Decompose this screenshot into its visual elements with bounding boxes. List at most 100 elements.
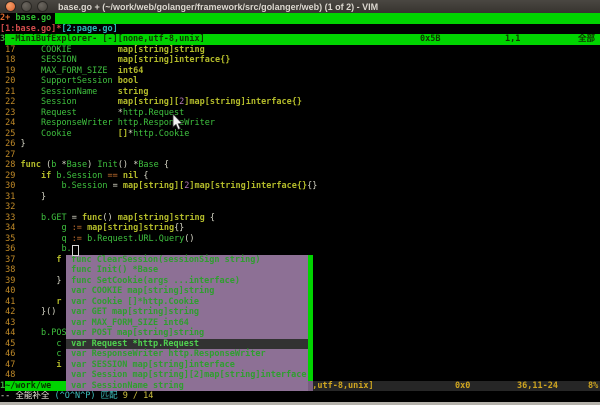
code-segment: SupportSession <box>41 76 113 86</box>
code-segment: {} <box>174 223 184 233</box>
mode-keys: (^O^N^P) <box>49 391 100 401</box>
buffer-tab[interactable]: [2:page.go] <box>61 24 117 34</box>
code-segment: f <box>56 255 61 265</box>
code-line[interactable]: 21 SessionName string <box>0 87 600 98</box>
code-line[interactable]: 24 ResponseWriter http.ResponseWriter <box>0 118 600 129</box>
line-number: 33 <box>0 213 20 223</box>
code-segment: := <box>72 234 82 244</box>
completion-item[interactable]: var SESSION map[string]interface <box>66 360 313 371</box>
line-number: 45 <box>0 339 20 349</box>
code-segment <box>20 276 56 286</box>
minibuf-cursor-position: 1,1 <box>505 34 520 45</box>
code-segment: COOKIE <box>41 45 72 55</box>
code-segment: () <box>184 234 194 244</box>
code-segment <box>20 108 40 118</box>
close-button[interactable] <box>5 1 16 12</box>
code-line[interactable]: 19 MAX_FORM_SIZE int64 <box>0 66 600 77</box>
code-line[interactable]: 34 g := map[string]string{} <box>0 223 600 234</box>
code-line[interactable]: 32 <box>0 202 600 213</box>
code-segment <box>20 349 56 359</box>
maximize-button[interactable] <box>37 1 48 12</box>
completion-item[interactable]: var POST map[string]string <box>66 328 313 339</box>
code-segment: nil <box>123 171 138 181</box>
line-number: 23 <box>0 108 20 118</box>
code-segment <box>72 129 118 139</box>
completion-item-selected[interactable]: var Request *http.Request <box>66 339 313 350</box>
buffer-tab[interactable]: [1:base.go]* <box>0 24 61 34</box>
code-line[interactable]: 27 <box>0 150 600 161</box>
line-number: 18 <box>0 55 20 65</box>
tab-window-count[interactable]: 2+ <box>0 13 10 23</box>
minibuf-hex-value: 0x5B <box>420 34 440 45</box>
completion-item[interactable]: var GET map[string]string <box>66 307 313 318</box>
code-segment <box>20 171 40 181</box>
completion-item[interactable]: var Cookie []*http.Cookie <box>66 297 313 308</box>
completion-item[interactable]: var COOKIE map[string]string <box>66 286 313 297</box>
code-line[interactable]: 26 } <box>0 139 600 150</box>
popup-scrollbar[interactable] <box>308 255 313 392</box>
code-line[interactable]: 28 func (b *Base) Init() *Base { <box>0 160 600 171</box>
tab-filename[interactable]: base.go <box>15 13 51 23</box>
code-segment: b.Session <box>61 181 107 191</box>
code-segment <box>20 339 56 349</box>
line-number: 37 <box>0 255 20 265</box>
tabline-fill <box>55 13 600 24</box>
line-number: 39 <box>0 276 20 286</box>
minimize-button[interactable] <box>21 1 32 12</box>
code-segment <box>20 234 61 244</box>
code-line[interactable]: 36 b. <box>0 244 600 255</box>
completion-item[interactable]: var Session map[string][2]map[string]int… <box>66 370 313 381</box>
line-number: 25 <box>0 129 20 139</box>
code-line[interactable]: 23 Request *http.Request <box>0 108 600 119</box>
code-segment: { <box>210 213 215 223</box>
code-line[interactable]: 17 COOKIE map[string]string <box>0 45 600 56</box>
code-segment: } <box>20 139 25 149</box>
minibuf-statusline: 3 -MiniBufExplorer- [-][none,utf-8,unix]… <box>0 34 600 45</box>
code-line[interactable]: 30 b.Session = map[string][2]map[string]… <box>0 181 600 192</box>
code-segment: http.ResponseWriter <box>118 118 215 128</box>
statusline-path: ~/work/we <box>5 381 51 391</box>
code-segment <box>20 97 40 107</box>
line-number: 19 <box>0 66 20 76</box>
code-segment <box>20 192 40 202</box>
minibuf-status-left: -MiniBufExplorer- [-][none,utf-8,unix] <box>5 34 205 44</box>
line-number: 46 <box>0 349 20 359</box>
code-line[interactable]: 20 SupportSession bool <box>0 76 600 87</box>
code-line[interactable]: 33 b.GET = func() map[string]string { <box>0 213 600 224</box>
code-segment: c <box>56 339 61 349</box>
mode-name: 全能补全 <box>15 391 49 401</box>
completion-item[interactable]: var MAX_FORM_SIZE int64 <box>66 318 313 329</box>
line-number: 20 <box>0 76 20 86</box>
code-line[interactable]: 35 q := b.Request.URL.Query() <box>0 234 600 245</box>
code-segment: map[string]interface{} <box>118 55 231 65</box>
code-line[interactable]: 31 } <box>0 192 600 203</box>
code-segment: if <box>41 171 51 181</box>
line-number: 32 <box>0 202 20 212</box>
code-segment: b.Session <box>56 171 102 181</box>
completion-item[interactable]: func Init() *Base <box>66 265 313 276</box>
code-line[interactable]: 22 Session map[string][2]map[string]inte… <box>0 97 600 108</box>
code-segment: c <box>56 349 61 359</box>
completion-popup: func ClearSession(sessionSign string) fu… <box>66 255 313 392</box>
code-line[interactable]: 25 Cookie []*http.Cookie <box>0 129 600 140</box>
completion-item[interactable]: func SetCookie(args ...interface) <box>66 276 313 287</box>
code-segment <box>97 87 117 97</box>
minibuf-scroll-indicator: 全部 <box>578 34 595 45</box>
popup-scrollbar-thumb[interactable] <box>308 255 313 381</box>
completion-item[interactable]: var ResponseWriter http.ResponseWriter <box>66 349 313 360</box>
line-number: 38 <box>0 265 20 275</box>
code-segment: b.GET <box>41 213 67 223</box>
statusline-cursor-position: 36,11-24 <box>517 381 558 392</box>
code-segment: b.POS <box>41 328 67 338</box>
code-segment: SessionName <box>41 87 97 97</box>
code-segment: Base <box>138 160 158 170</box>
mode-prefix: -- <box>0 391 15 401</box>
code-segment: map[string]string <box>87 223 174 233</box>
code-segment <box>20 118 40 128</box>
code-segment <box>77 97 118 107</box>
code-line[interactable]: 29 if b.Session == nil { <box>0 171 600 182</box>
code-line[interactable]: 18 SESSION map[string]interface{} <box>0 55 600 66</box>
code-segment <box>20 87 40 97</box>
completion-item[interactable]: func ClearSession(sessionSign string) <box>66 255 313 266</box>
completion-item[interactable]: var SessionName string <box>66 381 313 392</box>
